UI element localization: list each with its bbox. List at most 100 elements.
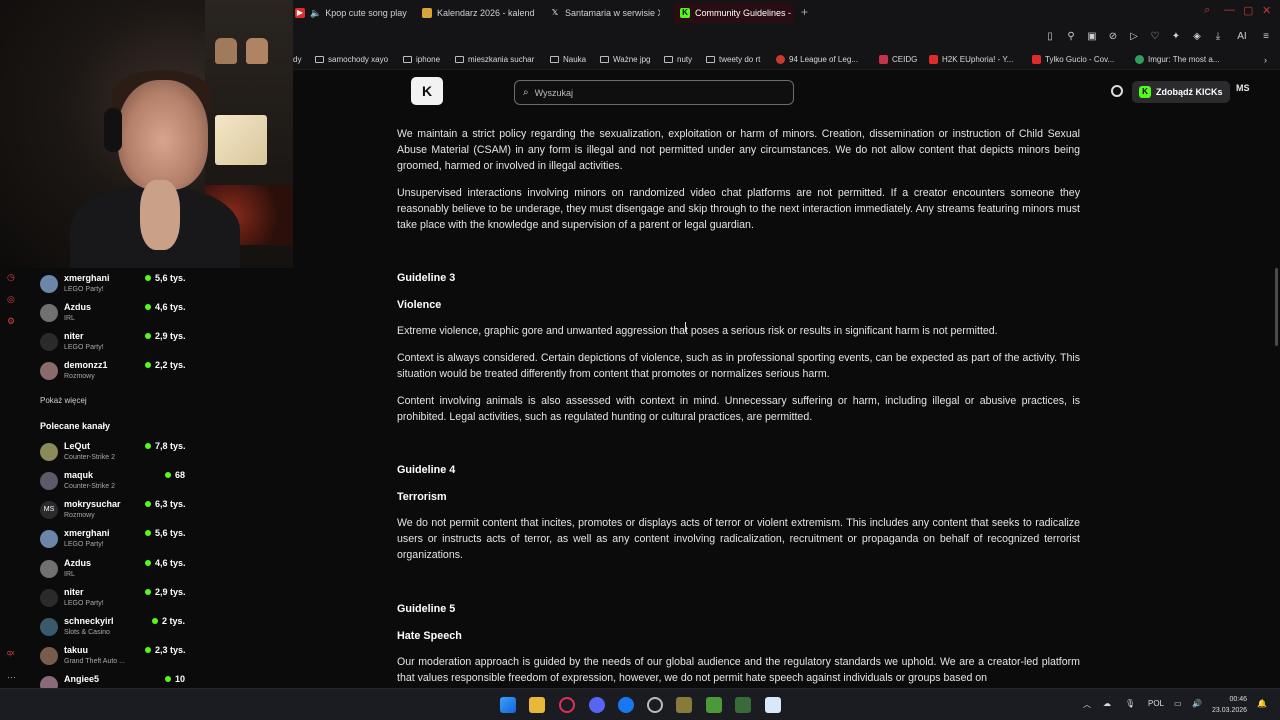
channel-item[interactable]: demonzz1 Rozmowy 2,2 tys. (40, 360, 190, 388)
adblock-icon[interactable]: ⊘ (1107, 31, 1119, 42)
tab-community-guidelines[interactable]: K Community Guidelines - K (674, 3, 794, 23)
language-indicator[interactable]: POL (1148, 699, 1164, 708)
lol-icon (776, 55, 785, 64)
snapshot-icon[interactable]: ▣ (1086, 31, 1098, 42)
bookmark[interactable]: Imgur: The most a... (1135, 55, 1219, 64)
show-more-link[interactable]: Pokaż więcej (40, 396, 87, 405)
tab-x[interactable]: 𝕏 Santamaria w serwisie X: (550, 3, 660, 23)
tab-kalendarz[interactable]: Kalendarz 2026 - kalenda (422, 3, 535, 23)
search-input[interactable] (534, 87, 775, 98)
maximize-icon[interactable]: ▢ (1243, 4, 1253, 17)
bookmark[interactable]: tweety do rt (706, 55, 760, 64)
bookmark[interactable]: H2K EUphoria! - Y... (929, 55, 1013, 64)
clock[interactable]: 00:46 23.03.2026 (1212, 694, 1247, 716)
viewer-count-text: 2,2 tys. (155, 360, 186, 370)
channel-item[interactable]: Azdus IRL 4,6 tys. (40, 558, 190, 586)
play-icon[interactable]: ▷ (1128, 31, 1140, 42)
ai-button[interactable]: AI (1233, 31, 1251, 42)
opera-gx-icon[interactable] (559, 697, 575, 713)
minecraft-icon[interactable] (706, 697, 722, 713)
channel-item[interactable]: takuu Grand Theft Auto ... 2,3 tys. (40, 645, 190, 673)
channel-item[interactable]: schneckyirl Slots & Casino 2 tys. (40, 616, 190, 644)
bookmark-label: Nauka (563, 55, 587, 64)
search-bar[interactable]: ⌕ (514, 80, 794, 105)
pin-icon[interactable]: ⚲ (1065, 31, 1077, 42)
sidebar-icon[interactable]: ▯ (1044, 31, 1056, 42)
bookmark[interactable]: Nauka (550, 55, 586, 64)
channel-item[interactable]: Azdus IRL 4,6 tys. (40, 302, 190, 330)
bookmark[interactable]: iphone (403, 55, 440, 64)
tab-kpop[interactable]: ▶ 🔈 Kpop cute song playli (295, 3, 407, 23)
bookmark[interactable]: CEIDG (879, 55, 917, 64)
browse-rail-icon[interactable]: ◎ (7, 294, 15, 305)
tray-overflow-icon[interactable]: ︿ (1083, 699, 1091, 710)
avatar (40, 618, 58, 636)
facebook-icon[interactable] (618, 697, 634, 713)
volume-icon[interactable]: 🔊 (1192, 699, 1202, 708)
viewer-count-text: 68 (175, 470, 186, 480)
notifications-icon[interactable]: 🔔 (1257, 699, 1267, 708)
bookmark[interactable]: 94 League of Leg... (776, 55, 858, 64)
app-icon[interactable] (735, 697, 751, 713)
channel-item[interactable]: Angiee5 10 (40, 674, 190, 688)
x-logo-icon: 𝕏 (551, 8, 559, 17)
heart-icon[interactable]: ♡ (1149, 31, 1161, 42)
close-icon[interactable]: ✕ (1262, 4, 1271, 17)
menu-icon[interactable]: ≡ (1260, 31, 1272, 42)
wallet-icon[interactable]: ◈ (1191, 31, 1203, 42)
bookmarks-overflow-icon[interactable]: › (1264, 55, 1267, 65)
channel-name: LeQut (64, 441, 90, 451)
discord-icon[interactable] (589, 697, 605, 713)
channel-item[interactable]: niter LEGO Party! 2,9 tys. (40, 587, 190, 615)
network-icon[interactable]: ▭ (1174, 699, 1182, 708)
figurine (215, 38, 237, 64)
cloud-icon[interactable]: ☁ (1103, 699, 1111, 708)
obs-icon[interactable] (647, 697, 663, 713)
channel-item[interactable]: LeQut Counter-Strike 2 7,8 tys. (40, 441, 190, 469)
youtube-icon (929, 55, 938, 64)
channel-item[interactable]: niter LEGO Party! 2,9 tys. (40, 331, 190, 359)
bookmark[interactable]: mieszkania suchar (455, 55, 534, 64)
minimize-icon[interactable]: — (1224, 4, 1235, 16)
download-icon[interactable]: ⤓ (1212, 31, 1224, 42)
channel-item[interactable]: maquk Counter-Strike 2 68 (40, 470, 190, 498)
bookmark[interactable]: nuty (664, 55, 692, 64)
start-icon[interactable] (500, 697, 516, 713)
notepad-icon[interactable] (765, 697, 781, 713)
viewer-count-text: 4,6 tys. (155, 302, 186, 312)
get-kicks-button[interactable]: K Zdobądź KICKs (1132, 81, 1230, 103)
avatar (40, 362, 58, 380)
more-icon[interactable]: ⋯ (7, 672, 16, 683)
app-icon[interactable] (676, 697, 692, 713)
kick-logo[interactable]: K (411, 77, 443, 105)
microphone-icon[interactable]: 🎙 (1125, 699, 1135, 708)
channel-category: IRL (64, 315, 75, 322)
bookmark[interactable]: Ważne jpg (600, 55, 651, 64)
channel-item[interactable]: xmerghani LEGO Party! 5,6 tys. (40, 273, 190, 301)
extensions-icon[interactable]: ✦ (1170, 31, 1182, 42)
viewer-count-text: 2,9 tys. (155, 331, 186, 341)
channel-item[interactable]: MS mokrysuchar Rozmowy 6,3 tys. (40, 499, 190, 527)
date: 23.03.2026 (1212, 707, 1248, 714)
live-dot (145, 362, 151, 368)
channel-name: xmerghani (64, 528, 110, 538)
channel-category: Counter-Strike 2 (64, 483, 115, 490)
ceidg-icon (879, 55, 888, 64)
live-dot (145, 560, 151, 566)
following-icon[interactable]: ◷ (7, 272, 15, 283)
page-scrollbar[interactable] (1275, 268, 1278, 346)
channel-item[interactable]: xmerghani LEGO Party! 5,6 tys. (40, 528, 190, 556)
bookmark[interactable]: Tylko Gucio - Cov... (1032, 55, 1114, 64)
settings-icon[interactable]: ⚙ (7, 316, 15, 327)
bookmark[interactable]: samochody xayo (315, 55, 388, 64)
file-explorer-icon[interactable] (529, 697, 545, 713)
rail-label[interactable]: qx (7, 650, 14, 657)
user-avatar[interactable]: MS (1236, 83, 1250, 93)
imgur-icon (1135, 55, 1144, 64)
browse-icon[interactable] (1111, 85, 1123, 97)
search-tabs-icon[interactable]: ⌕ (1204, 4, 1210, 17)
channel-name: Azdus (64, 558, 91, 568)
new-tab-button[interactable]: + (801, 5, 808, 19)
bookmark[interactable]: dy (293, 55, 301, 64)
folder-icon (600, 56, 609, 63)
